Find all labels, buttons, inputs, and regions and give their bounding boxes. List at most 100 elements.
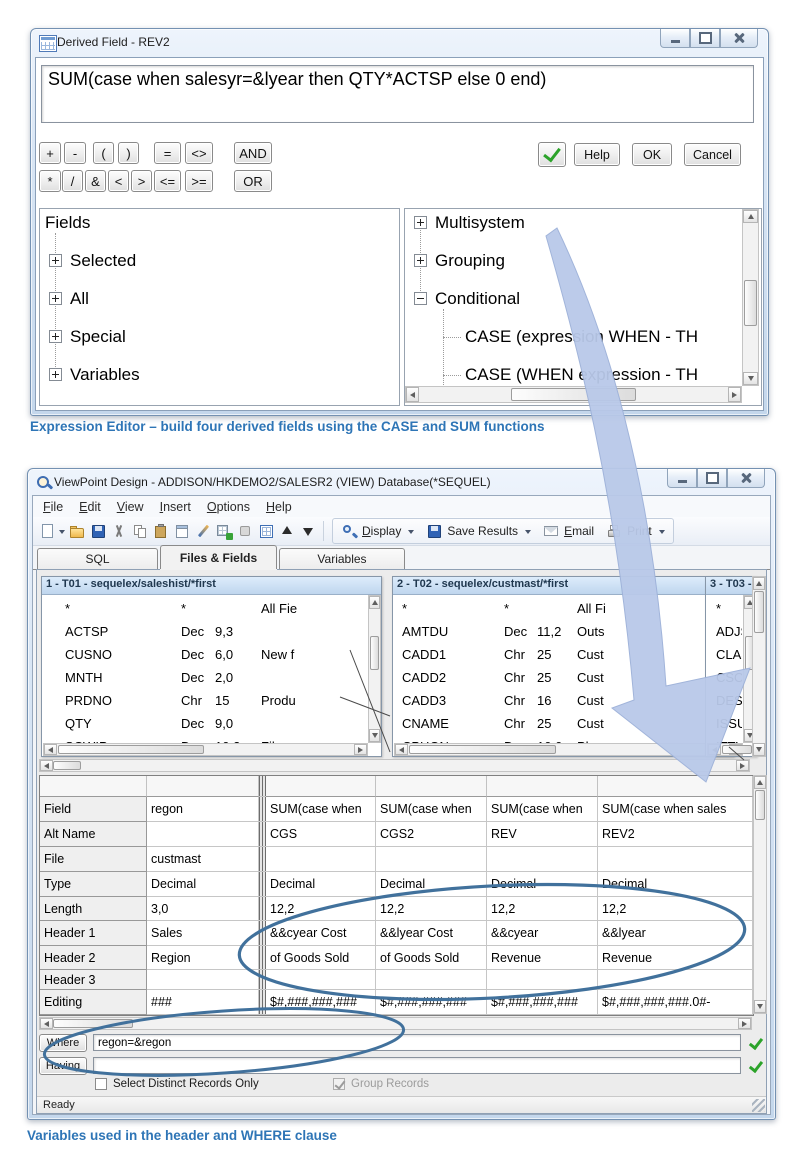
field-row[interactable]: * * All Fi	[394, 599, 719, 622]
scroll-thumb[interactable]	[53, 761, 81, 770]
collapse-minus-icon[interactable]	[414, 292, 427, 305]
scroll-up-button[interactable]	[754, 776, 766, 789]
panel-hscroll[interactable]	[394, 743, 720, 756]
expand-plus-icon[interactable]	[49, 368, 62, 381]
grid-cell[interactable]: &&lyear	[598, 921, 753, 946]
having-input[interactable]	[93, 1057, 741, 1074]
expand-plus-icon[interactable]	[49, 330, 62, 343]
functions-tree-vscroll[interactable]	[742, 209, 759, 386]
operator-button-less-than[interactable]: <	[108, 170, 129, 192]
help-button[interactable]: Help	[574, 143, 620, 166]
grid-cell[interactable]: Region	[147, 946, 259, 970]
toolbar-move-up-button[interactable]	[277, 520, 298, 542]
close-button[interactable]	[727, 469, 765, 488]
tree-item-variables[interactable]: Variables	[70, 363, 140, 387]
scroll-right-button[interactable]	[354, 744, 367, 755]
toolbar-open-folder-button[interactable]	[67, 520, 88, 542]
close-button[interactable]	[720, 29, 758, 48]
grid-cell[interactable]	[598, 970, 753, 990]
field-row[interactable]: QTY Dec 9,0	[43, 714, 367, 737]
tree-item-selected[interactable]: Selected	[70, 249, 136, 273]
operator-button-multiply[interactable]: *	[39, 170, 61, 192]
grid-hscroll[interactable]	[39, 1017, 752, 1030]
field-row[interactable]: CUSNO Dec 6,0 New f	[43, 645, 367, 668]
grid-cell[interactable]: 12,2	[598, 897, 753, 921]
checkbox-select-distinct-records-only[interactable]: Select Distinct Records Only	[95, 1078, 259, 1090]
scroll-left-button[interactable]	[40, 760, 53, 771]
grid-cell[interactable]: &&lyear Cost	[376, 921, 487, 946]
field-row[interactable]: DESC	[707, 691, 742, 714]
pane-divider[interactable]	[259, 946, 266, 970]
grid-cell[interactable]: CGS	[266, 822, 376, 847]
tree-item-special[interactable]: Special	[70, 325, 126, 349]
field-row[interactable]: CSOI	[707, 668, 742, 691]
scroll-left-button[interactable]	[395, 744, 408, 755]
minimize-button[interactable]	[660, 29, 690, 48]
validate-button[interactable]	[538, 142, 566, 167]
pane-divider[interactable]	[259, 847, 266, 872]
tab-sql[interactable]: SQL	[37, 548, 158, 569]
tab-variables[interactable]: Variables	[279, 548, 405, 569]
panel-hscroll[interactable]	[43, 743, 368, 756]
panel-hscroll[interactable]	[707, 743, 752, 756]
grid-cell[interactable]	[266, 847, 376, 872]
operator-button-divide[interactable]: /	[62, 170, 83, 192]
grid-cell[interactable]: Decimal	[487, 872, 598, 897]
menu-file[interactable]: File	[35, 498, 71, 516]
grid-cell[interactable]: CGS2	[376, 822, 487, 847]
grid-cell[interactable]: $#,###,###,###.0#-	[598, 990, 753, 1015]
grid-cell[interactable]: SUM(case when	[376, 797, 487, 822]
scroll-up-button[interactable]	[743, 210, 758, 223]
expand-plus-icon[interactable]	[414, 216, 427, 229]
checkbox-box[interactable]	[95, 1078, 107, 1090]
operator-button-minus[interactable]: -	[64, 142, 86, 164]
grid-cell[interactable]: 12,2	[266, 897, 376, 921]
grid-cell[interactable]: Sales	[147, 921, 259, 946]
field-row[interactable]: CADD3 Chr 16 Cust	[394, 691, 719, 714]
pane-divider[interactable]	[259, 990, 266, 1015]
grid-cell[interactable]: &&cyear Cost	[266, 921, 376, 946]
pane-divider[interactable]	[259, 970, 266, 990]
grid-cell[interactable]: REV	[487, 822, 598, 847]
tree-item-multisystem[interactable]: Multisystem	[435, 211, 525, 235]
menu-view[interactable]: View	[109, 498, 152, 516]
menu-edit[interactable]: Edit	[71, 498, 109, 516]
expand-plus-icon[interactable]	[414, 254, 427, 267]
scroll-left-button[interactable]	[406, 387, 419, 402]
scroll-down-button[interactable]	[743, 372, 758, 385]
toolbar-print-button[interactable]: Print	[600, 521, 671, 541]
operator-button-close-paren[interactable]: )	[118, 142, 139, 164]
grid-cell[interactable]: REV2	[598, 822, 753, 847]
field-row[interactable]: CADD2 Chr 25 Cust	[394, 668, 719, 691]
operator-button-greater-equal[interactable]: >=	[185, 170, 213, 192]
cancel-button[interactable]: Cancel	[684, 143, 741, 166]
file-panel-title[interactable]: 2 - T02 - sequelex/custmast/*first	[393, 577, 733, 595]
grid-cell[interactable]	[487, 970, 598, 990]
panel-vscroll[interactable]	[368, 595, 381, 743]
operator-button-and[interactable]: AND	[234, 142, 272, 164]
files-area-hscroll[interactable]	[39, 759, 750, 772]
scroll-right-button[interactable]	[728, 387, 741, 402]
operator-button-open-paren[interactable]: (	[93, 142, 114, 164]
pane-divider[interactable]	[259, 822, 266, 847]
scroll-down-button[interactable]	[369, 729, 380, 742]
grid-cell[interactable]	[147, 970, 259, 990]
file-panel-title[interactable]: 1 - T01 - sequelex/saleshist/*first	[42, 577, 381, 595]
toolbar-pencil-button[interactable]	[193, 520, 214, 542]
grid-cell[interactable]	[266, 970, 376, 990]
grid-cell[interactable]	[598, 847, 753, 872]
grid-cell[interactable]: Revenue	[598, 946, 753, 970]
operator-button-or[interactable]: OR	[234, 170, 272, 192]
grid-cell[interactable]	[376, 847, 487, 872]
field-row[interactable]: ADJS	[707, 622, 742, 645]
toolbar-add-table-button[interactable]	[214, 520, 235, 542]
operator-button-equals[interactable]: =	[154, 142, 181, 164]
minimize-button[interactable]	[667, 469, 697, 488]
grid-cell[interactable]: ###	[147, 990, 259, 1015]
scroll-thumb[interactable]	[755, 790, 765, 820]
scroll-right-button[interactable]	[736, 760, 749, 771]
field-row[interactable]: ACTSP Dec 9,3	[43, 622, 367, 645]
resize-grip[interactable]	[752, 1099, 765, 1112]
pane-divider[interactable]	[259, 797, 266, 822]
grid-cell[interactable]: Decimal	[266, 872, 376, 897]
